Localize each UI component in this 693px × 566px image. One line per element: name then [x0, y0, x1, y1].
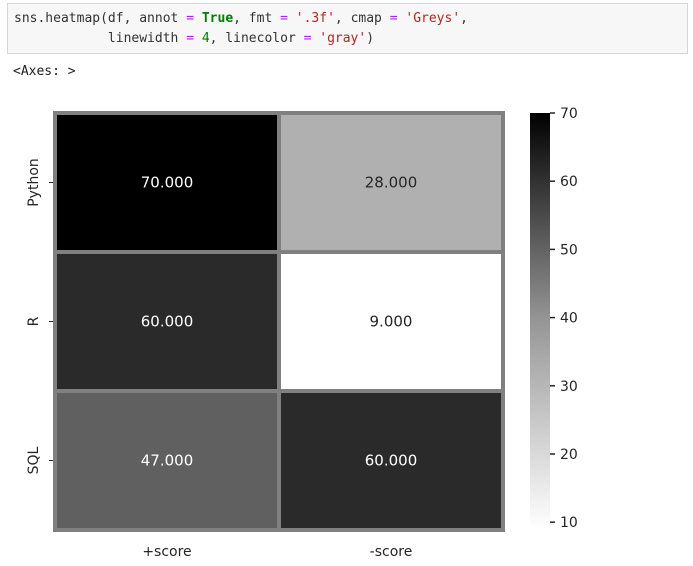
cell-annotation: 60.000 — [365, 452, 418, 470]
cell-annotation: 28.000 — [365, 174, 418, 192]
heatmap-chart: 70.000 28.000 60.000 9.000 47.000 60.000 Pyth… — [26, 106, 578, 560]
cell-annotation: 47.000 — [141, 452, 194, 470]
colorbar-tick-label: 40 — [560, 311, 578, 327]
y-tick-label: R — [26, 316, 42, 326]
colorbar — [530, 113, 550, 529]
cell-annotation: 60.000 — [141, 313, 194, 331]
cell-annotation: 9.000 — [370, 313, 413, 331]
y-tick-label: SQL — [26, 446, 42, 474]
x-tick-label: -score — [370, 544, 413, 560]
colorbar-tick-label: 10 — [560, 515, 578, 531]
colorbar-tick-label: 70 — [560, 106, 578, 122]
y-tick-label: Python — [26, 158, 42, 207]
colorbar-tick-label: 60 — [560, 174, 578, 190]
cell-annotation: 70.000 — [141, 174, 194, 192]
colorbar-tick-label: 20 — [560, 447, 578, 463]
colorbar-tick-label: 50 — [560, 242, 578, 258]
x-tick-label: +score — [142, 544, 191, 560]
colorbar-tick-label: 30 — [560, 379, 578, 395]
